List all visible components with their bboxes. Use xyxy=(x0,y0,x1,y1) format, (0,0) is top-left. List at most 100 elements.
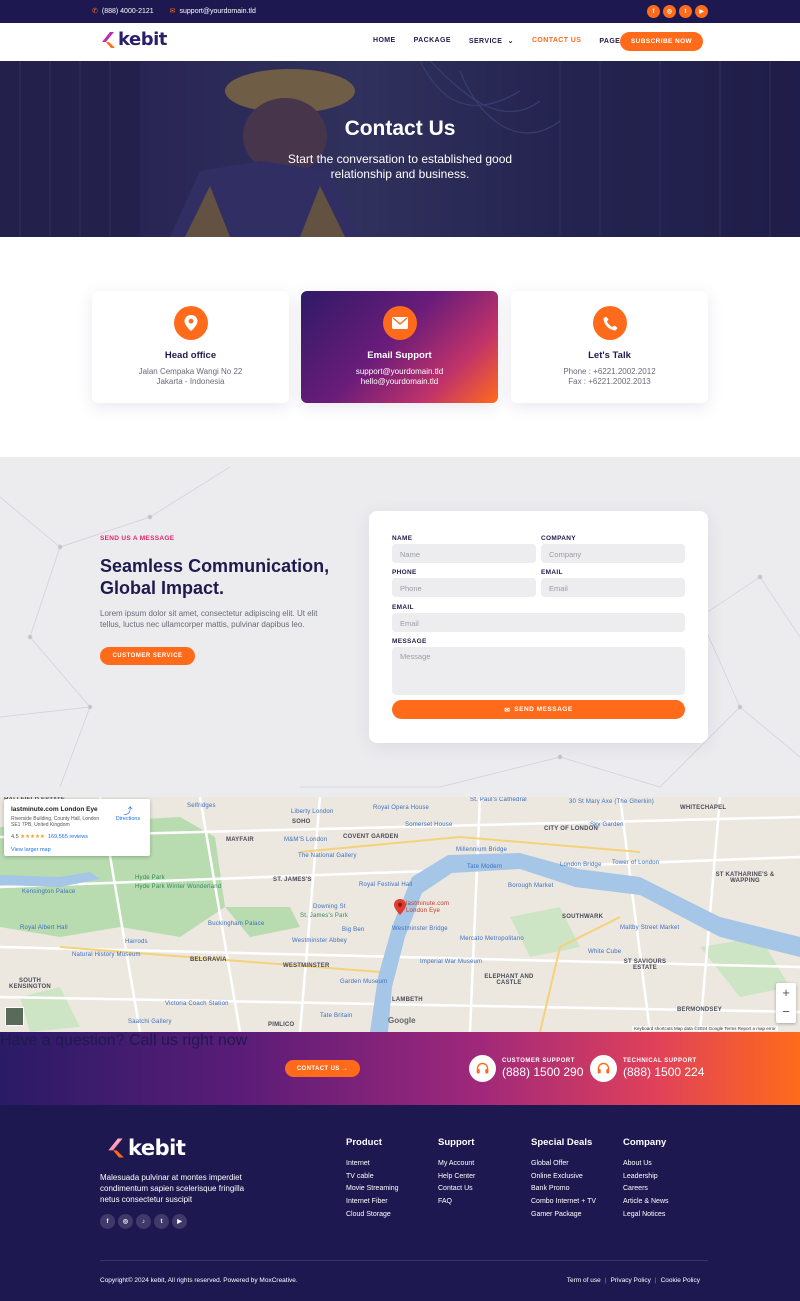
technical-support[interactable]: TECHNICAL SUPPORT (888) 1500 224 xyxy=(590,1055,704,1082)
map-label: COVENT GARDEN xyxy=(343,834,399,840)
directions-label: Directions xyxy=(115,816,141,822)
message-textarea[interactable]: Message xyxy=(392,647,685,695)
logo-mark-icon xyxy=(108,1138,124,1158)
chevron-down-icon: ⌄ xyxy=(507,38,514,45)
nav-package[interactable]: PACKAGE xyxy=(414,37,451,45)
footer-link[interactable]: TV cable xyxy=(346,1171,399,1184)
footer-column-special-deals: Special Deals Global Offer Online Exclus… xyxy=(531,1137,596,1222)
map-label: Westminster Bridge xyxy=(392,926,448,932)
footer-link[interactable]: Help Center xyxy=(438,1171,475,1184)
map-label: Downing St xyxy=(313,904,346,910)
view-larger-map-link[interactable]: View larger map xyxy=(11,847,51,853)
card-line[interactable]: support@yourdomain.tld xyxy=(301,367,498,376)
footer-link[interactable]: Online Exclusive xyxy=(531,1171,596,1184)
footer-link[interactable]: Movie Streaming xyxy=(346,1183,399,1196)
instagram-icon[interactable]: ◎ xyxy=(663,5,676,18)
hero-banner: Contact Us Start the conversation to est… xyxy=(0,61,800,237)
customer-support[interactable]: CUSTOMER SUPPORT (888) 1500 290 xyxy=(469,1055,583,1082)
map-label: Imperial War Museum xyxy=(420,959,483,965)
phone-icon xyxy=(593,306,627,340)
facebook-icon[interactable]: f xyxy=(647,5,660,18)
footer-link[interactable]: Article & News xyxy=(623,1196,669,1209)
email2-input[interactable]: Email xyxy=(392,613,685,632)
facebook-icon[interactable]: f xyxy=(100,1214,115,1229)
footer-column-title: Company xyxy=(623,1137,667,1148)
map-label: Natural History Museum xyxy=(72,952,141,958)
map-label: 30 St Mary Axe (The Gherkin) xyxy=(569,799,654,805)
legal-link[interactable]: Term of use xyxy=(567,1277,601,1284)
top-email[interactable]: ✉ support@yourdomain.tld xyxy=(170,7,256,15)
footer-link[interactable]: Global Offer xyxy=(531,1158,596,1171)
youtube-icon[interactable]: ▶ xyxy=(172,1214,187,1229)
footer-link[interactable]: Legal Notices xyxy=(623,1209,669,1222)
youtube-icon[interactable]: ▶ xyxy=(695,5,708,18)
footer-link[interactable]: Combo Internet + TV xyxy=(531,1196,596,1209)
hero-subtitle: Start the conversation to established go… xyxy=(287,152,513,181)
footer-link[interactable]: About Us xyxy=(623,1158,669,1171)
map-label: St. Paul's Cathedral xyxy=(470,797,527,803)
customer-service-button[interactable]: CUSTOMER SERVICE xyxy=(100,647,195,665)
footer-link[interactable]: Internet xyxy=(346,1158,399,1171)
tiktok-icon[interactable]: ♪ xyxy=(136,1214,151,1229)
footer-link[interactable]: FAQ xyxy=(438,1196,475,1209)
map-label: Tate Britain xyxy=(320,1013,353,1019)
main-nav: HOME PACKAGE SERVICE ⌄ CONTACT US PAGES … xyxy=(373,37,655,45)
map-label: Royal Festival Hall xyxy=(359,882,413,888)
send-message-button[interactable]: ✉ SEND MESSAGE xyxy=(392,700,685,719)
map-label: Tower of London xyxy=(612,860,660,866)
twitter-icon[interactable]: t xyxy=(679,5,692,18)
map-label: London Bridge xyxy=(560,862,602,868)
map-attribution[interactable]: Keyboard shortcuts Map data ©2024 Google… xyxy=(632,1026,778,1031)
zoom-out-button[interactable]: − xyxy=(776,1002,796,1021)
map-pin-icon[interactable] xyxy=(394,899,406,915)
directions-button[interactable]: ⤴ Directions xyxy=(115,807,141,823)
footer-link[interactable]: Gamer Package xyxy=(531,1209,596,1222)
logo-text: kebit xyxy=(118,29,167,50)
instagram-icon[interactable]: ◎ xyxy=(118,1214,133,1229)
legal-link[interactable]: Privacy Policy xyxy=(610,1277,650,1284)
footer-link[interactable]: Internet Fiber xyxy=(346,1196,399,1209)
top-email-text: support@yourdomain.tld xyxy=(179,8,256,15)
nav-home[interactable]: HOME xyxy=(373,37,396,45)
nav-service-label: SERVICE xyxy=(468,38,503,45)
legal-link[interactable]: Cookie Policy xyxy=(661,1277,700,1284)
legal-separator: | xyxy=(654,1277,657,1284)
footer-logo[interactable]: kebit xyxy=(106,1136,186,1160)
reviews-link[interactable]: 169,565 reviews xyxy=(48,834,88,840)
footer-link[interactable]: Contact Us xyxy=(438,1183,475,1196)
company-input[interactable]: Company xyxy=(541,544,685,563)
card-line[interactable]: hello@yourdomain.tld xyxy=(301,377,498,386)
logo[interactable]: kebit xyxy=(100,29,167,50)
phone-input[interactable]: Phone xyxy=(392,578,536,597)
footer-link[interactable]: Leadership xyxy=(623,1171,669,1184)
map-label: SOUTH KENSINGTON xyxy=(9,978,51,990)
google-map[interactable]: HALLFIELD ESTATE Selfridges Liberty Lond… xyxy=(0,797,800,1032)
twitter-icon[interactable]: t xyxy=(154,1214,169,1229)
email-input[interactable]: Email xyxy=(541,578,685,597)
nav-service[interactable]: SERVICE ⌄ xyxy=(469,37,514,45)
card-line: Jalan Cempaka Wangi No 22 xyxy=(138,367,243,376)
map-satellite-toggle[interactable] xyxy=(5,1007,24,1026)
map-label: ELEPHANT AND CASTLE xyxy=(484,974,534,986)
zoom-in-button[interactable]: + xyxy=(776,983,796,1002)
footer-link[interactable]: Bank Promo xyxy=(531,1183,596,1196)
footer-column-support: Support My Account Help Center Contact U… xyxy=(438,1137,475,1209)
map-label: Tate Modern xyxy=(467,864,503,870)
footer-link[interactable]: Careers xyxy=(623,1183,669,1196)
map-label: Borough Market xyxy=(508,883,554,889)
contact-us-button[interactable]: CONTACT US → xyxy=(285,1060,360,1077)
footer-link[interactable]: My Account xyxy=(438,1158,475,1171)
subscribe-button[interactable]: SUBSCRIBE NOW xyxy=(620,32,703,51)
company-label: COMPANY xyxy=(541,535,576,542)
footer-column-product: Product Internet TV cable Movie Streamin… xyxy=(346,1137,399,1222)
map-label: The National Gallery xyxy=(298,853,357,859)
name-input[interactable]: Name xyxy=(392,544,536,563)
top-phone[interactable]: ✆ (888) 4000-2121 xyxy=(92,7,154,15)
place-title: lastminute.com London Eye xyxy=(11,806,98,813)
map-label: St. James's Park xyxy=(300,913,349,919)
card-title: Head office xyxy=(164,350,217,361)
section-headline: Seamless Communication, Global Impact. xyxy=(100,556,330,598)
nav-contact-us[interactable]: CONTACT US xyxy=(532,37,581,45)
technical-support-label: TECHNICAL SUPPORT xyxy=(623,1058,697,1064)
footer-link[interactable]: Cloud Storage xyxy=(346,1209,399,1222)
